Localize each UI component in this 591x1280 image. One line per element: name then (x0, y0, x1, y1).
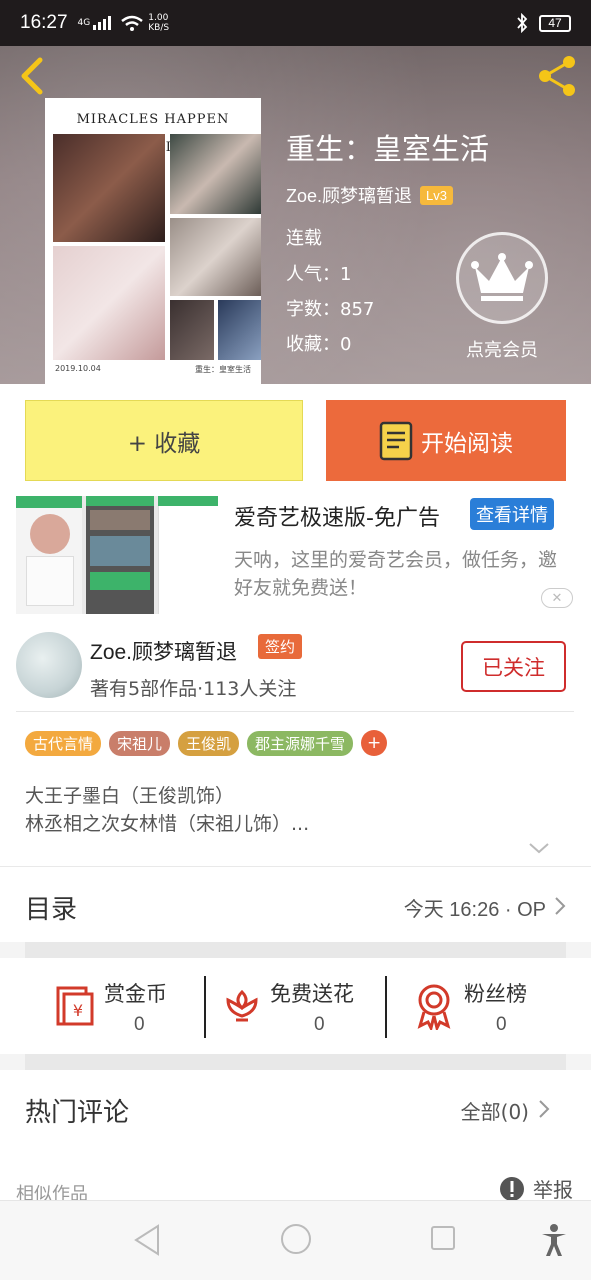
net-speed: 1.00 KB/S (148, 13, 169, 33)
red-envelope-icon: ¥ (56, 986, 94, 1026)
net-speed-value: 1.00 (148, 13, 169, 23)
ad-details-button[interactable]: 查看详情 (470, 498, 554, 530)
status-time: 16:27 (20, 12, 68, 33)
divider (204, 976, 206, 1038)
add-tag-button[interactable]: + (361, 730, 388, 756)
vip-crown-button[interactable] (456, 232, 548, 324)
tag-item[interactable]: 古代言情 (25, 730, 102, 756)
author-avatar[interactable] (16, 632, 82, 698)
tag-item[interactable]: 宋祖儿 (109, 730, 171, 756)
chevron-right-icon (539, 1100, 550, 1118)
book-status: 连载 (286, 228, 322, 249)
nav-home-icon[interactable] (280, 1223, 312, 1255)
catalog-row[interactable]: 目录 今天 16:26 · OP (0, 866, 591, 942)
wifi-icon (121, 15, 144, 31)
vip-label[interactable]: 点亮会员 (450, 336, 554, 362)
ad-close-button[interactable]: ✕ (541, 588, 573, 608)
catalog-label: 目录 (25, 895, 78, 925)
action-bar: + 收藏 开始阅读 (0, 384, 591, 486)
flower-icon (226, 989, 258, 1022)
reward-coins-button[interactable]: ¥ 赏金币 0 (40, 958, 200, 1054)
cover-date: 2019.10.04 (55, 364, 101, 373)
reward-count: 0 (496, 1014, 507, 1035)
hot-comments-section: 热门评论 全部(0) 相似作品 举报 (0, 1070, 591, 1205)
divider (16, 711, 574, 712)
tag-list: 古代言情 宋祖儿 王俊凯 郡主源娜千雪 + (25, 730, 388, 756)
nav-back-icon[interactable] (132, 1223, 162, 1257)
reward-count: 0 (134, 1014, 145, 1035)
book-popularity: 人气：1 (286, 264, 352, 285)
divider (385, 976, 387, 1038)
signed-badge: 签约 (258, 634, 303, 659)
bluetooth-icon (517, 13, 528, 33)
start-reading-button[interactable]: 开始阅读 (326, 400, 566, 481)
catalog-update-time: 今天 16:26 · OP (403, 899, 546, 921)
cover-headline: MIRACLES HAPPEN EVERY DAY (76, 112, 230, 155)
ad-title[interactable]: 爱奇艺极速版-免广告 (234, 500, 440, 532)
book-icon (379, 421, 413, 460)
book-intro[interactable]: 大王子墨白（王俊凯饰） 林丞相之次女林惜（宋祖儿饰）... (25, 782, 309, 838)
accessibility-icon[interactable] (540, 1223, 568, 1257)
book-title: 重生：皇室生活 (286, 132, 490, 166)
system-nav-bar (0, 1200, 591, 1280)
network-indicator: 4G (77, 18, 91, 28)
share-icon[interactable] (535, 52, 581, 98)
signal-icon (93, 16, 112, 30)
hot-comments-label: 热门评论 (25, 1098, 130, 1128)
report-label: 举报 (533, 1178, 573, 1202)
battery-indicator: 47 (539, 14, 571, 32)
intro-line: 林丞相之次女林惜（宋祖儿饰）... (25, 813, 310, 835)
ad-thumbnail[interactable] (16, 496, 218, 614)
send-flower-button[interactable]: 免费送花 0 (210, 958, 380, 1054)
book-word-count: 字数：857 (286, 299, 375, 320)
author-section: Zoe.顾梦璃暂退 签约 著有5部作品·113人关注 已关注 古代言情 宋祖儿 … (0, 620, 591, 866)
reward-label: 赏金币 (104, 982, 167, 1006)
collect-button[interactable]: + 收藏 (25, 400, 303, 481)
book-favorites: 收藏：0 (286, 334, 352, 355)
book-author[interactable]: Zoe.顾梦璃暂退 (286, 182, 412, 208)
medal-icon (417, 984, 451, 1030)
exclamation-icon (500, 1176, 524, 1201)
report-button[interactable]: 举报 (499, 1174, 573, 1203)
book-header: MIRACLES HAPPEN EVERY DAY 2019.10.04 重生：… (0, 46, 591, 384)
rewards-section: ¥ 赏金币 0 免费送花 0 粉丝榜 0 (0, 958, 591, 1054)
divider (25, 942, 566, 958)
reward-count: 0 (314, 1014, 325, 1035)
level-badge: Lv3 (420, 185, 453, 205)
reward-label: 免费送花 (270, 982, 354, 1006)
reward-label: 粉丝榜 (464, 982, 527, 1006)
chevron-right-icon (555, 897, 566, 915)
net-speed-unit: KB/S (148, 23, 170, 33)
all-comments-link[interactable]: 全部(0) (461, 1096, 529, 1125)
book-cover[interactable]: MIRACLES HAPPEN EVERY DAY 2019.10.04 重生：… (45, 98, 261, 384)
intro-line: 大王子墨白（王俊凯饰） (25, 785, 235, 807)
author-stats: 著有5部作品·113人关注 (90, 678, 297, 700)
cover-caption: 重生：皇室生活 (195, 365, 251, 374)
back-arrow-icon[interactable] (14, 54, 50, 98)
close-icon: ✕ (551, 590, 563, 606)
author-name[interactable]: Zoe.顾梦璃暂退 (90, 636, 237, 666)
follow-button[interactable]: 已关注 (461, 641, 566, 692)
ad-description: 天呐，这里的爱奇艺会员，做任务，邀好友就免费送！ (234, 549, 558, 599)
fan-ranking-button[interactable]: 粉丝榜 0 (392, 958, 562, 1054)
svg-text:¥: ¥ (73, 1001, 83, 1020)
tag-item[interactable]: 郡主源娜千雪 (247, 730, 354, 756)
tag-item[interactable]: 王俊凯 (178, 730, 240, 756)
chevron-down-icon[interactable] (527, 840, 551, 856)
divider (25, 1054, 566, 1070)
crown-icon (471, 253, 533, 301)
start-reading-label: 开始阅读 (421, 430, 513, 457)
status-bar: 16:27 4G 1.00 KB/S 47 (0, 0, 591, 46)
ad-banner[interactable]: 爱奇艺极速版-免广告 查看详情 天呐，这里的爱奇艺会员，做任务，邀好友就免费送！… (0, 486, 591, 620)
nav-recents-icon[interactable] (430, 1223, 456, 1253)
cover-photo-grid (53, 134, 261, 362)
